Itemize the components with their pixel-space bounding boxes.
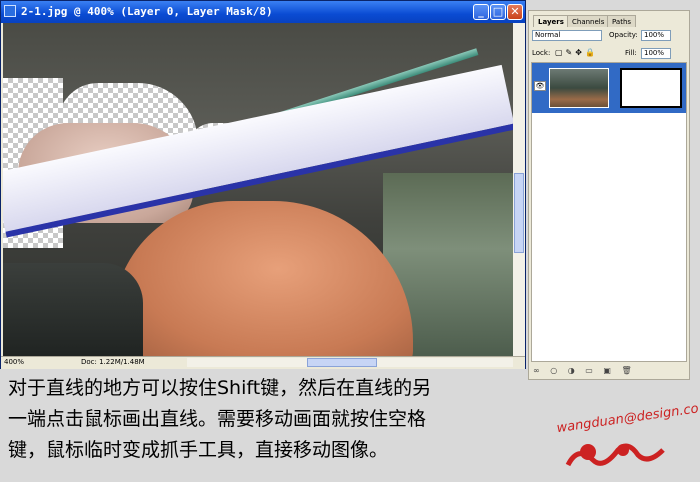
watermark-logo: wangduan@design.com xyxy=(556,400,698,467)
horizontal-scrollbar[interactable] xyxy=(187,358,513,367)
logo-dot xyxy=(617,444,629,456)
scroll-thumb[interactable] xyxy=(514,173,524,253)
eye-icon[interactable]: 👁 xyxy=(534,81,546,91)
fill-field[interactable]: 100% xyxy=(641,48,671,59)
scroll-thumb[interactable] xyxy=(307,358,377,367)
maximize-button[interactable]: □ xyxy=(490,4,506,20)
caption-line: 键，鼠标临时变成抓手工具，直接移动图像。 xyxy=(8,439,389,461)
palette-tabs: Layers Channels Paths xyxy=(529,15,689,27)
logo-text: wangduan@design.com xyxy=(556,400,698,437)
opacity-label: Opacity: xyxy=(609,31,638,39)
tab-channels[interactable]: Channels xyxy=(567,15,610,27)
lock-icons[interactable]: ▢✎✥🔒 xyxy=(555,48,598,57)
layer-row-selected[interactable]: 👁 xyxy=(532,63,686,113)
fill-label: Fill: xyxy=(625,49,637,57)
caption-line: 对于直线的地方可以按住Shift键，然后在直线的另 xyxy=(8,377,432,399)
opacity-field[interactable]: 100% xyxy=(641,30,671,41)
window-title: 2-1.jpg @ 400% (Layer 0, Layer Mask/8) xyxy=(21,5,273,18)
layer-mask-thumbnail[interactable] xyxy=(620,68,682,108)
blend-mode-select[interactable]: Normal xyxy=(532,30,602,41)
image-canvas[interactable] xyxy=(3,23,513,356)
layers-palette: Layers Channels Paths Normal Opacity: 10… xyxy=(528,10,690,380)
tab-paths[interactable]: Paths xyxy=(607,15,637,27)
document-window: 2-1.jpg @ 400% (Layer 0, Layer Mask/8) _… xyxy=(0,0,526,369)
caption-text: 对于直线的地方可以按住Shift键，然后在直线的另 一端点击鼠标画出直线。需要移… xyxy=(8,373,568,466)
document-icon xyxy=(4,5,16,17)
title-bar[interactable]: 2-1.jpg @ 400% (Layer 0, Layer Mask/8) _… xyxy=(1,1,525,23)
logo-dot xyxy=(580,444,596,460)
close-button[interactable]: ✕ xyxy=(507,4,523,20)
doc-size: Doc: 1.22M/1.48M xyxy=(81,358,145,366)
shorts xyxy=(3,263,143,356)
status-bar: 400% Doc: 1.22M/1.48M xyxy=(1,356,525,369)
zoom-level[interactable]: 400% xyxy=(4,358,24,366)
tab-layers[interactable]: Layers xyxy=(533,15,569,27)
layer-thumbnail xyxy=(549,68,609,108)
minimize-button[interactable]: _ xyxy=(473,4,489,20)
layers-list: 👁 xyxy=(531,62,687,362)
lock-label: Lock: xyxy=(532,49,551,57)
vertical-scrollbar[interactable] xyxy=(513,23,525,356)
caption-line: 一端点击鼠标画出直线。需要移动画面就按住空格 xyxy=(8,408,427,430)
knee xyxy=(113,201,413,356)
